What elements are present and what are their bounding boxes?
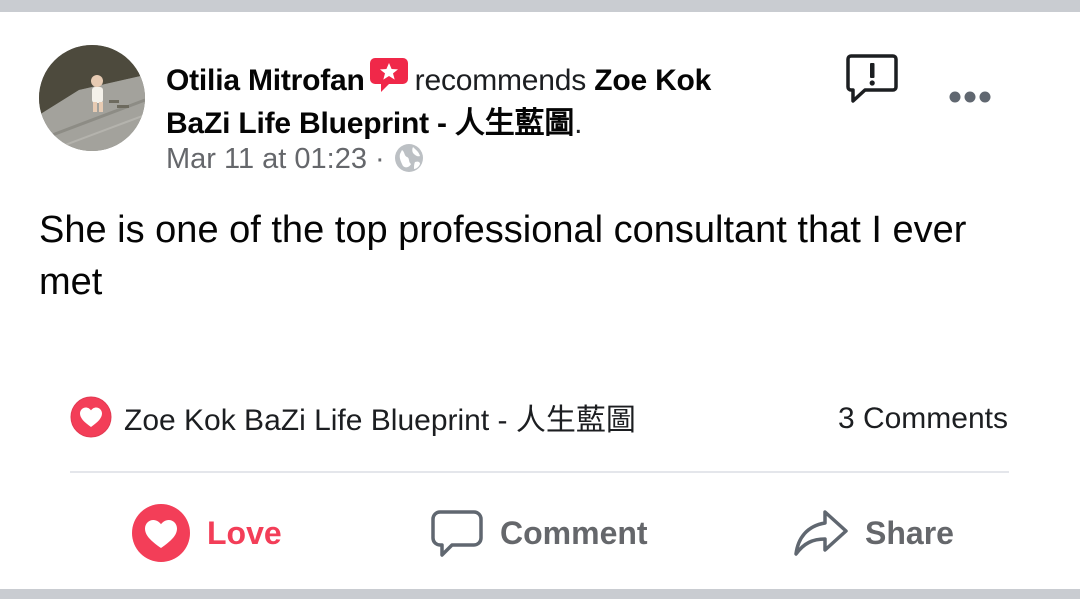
page-name-line1[interactable]: Zoe Kok <box>594 64 711 97</box>
post-meta: Mar 11 at 01:23 · <box>166 142 425 176</box>
page-name-line2[interactable]: BaZi Life Blueprint - 人生藍圖 <box>166 107 574 140</box>
action-text: recommends <box>414 64 587 97</box>
avatar[interactable] <box>39 45 145 151</box>
report-icon <box>846 54 898 103</box>
page-name-suffix: . <box>574 107 583 140</box>
share-button[interactable]: Share <box>793 502 954 564</box>
post-header-line1: Otilia Mitrofan recommends Zoe Kok <box>166 56 711 98</box>
top-frame-bar <box>0 0 1080 12</box>
comment-icon <box>431 510 483 557</box>
love-label: Love <box>207 514 282 551</box>
comment-button[interactable]: Comment <box>430 502 648 564</box>
bottom-frame-bar <box>0 589 1080 599</box>
share-icon <box>794 510 848 556</box>
post-timestamp[interactable]: Mar 11 at 01:23 <box>166 143 367 175</box>
share-label: Share <box>865 514 954 551</box>
reaction-summary-label: Zoe Kok BaZi Life Blueprint - 人生藍圖 <box>124 404 636 437</box>
heart-icon <box>132 504 190 562</box>
divider <box>70 471 1009 473</box>
post-card: Otilia Mitrofan recommends Zoe Kok BaZi L… <box>0 12 1080 589</box>
post-header-line2: BaZi Life Blueprint - 人生藍圖. <box>166 98 582 142</box>
love-reaction-icon <box>70 396 112 438</box>
reaction-summary[interactable]: Zoe Kok BaZi Life Blueprint - 人生藍圖 <box>70 395 636 439</box>
meta-separator: · <box>375 143 385 175</box>
post-body-text: She is one of the top professional consu… <box>39 209 967 303</box>
globe-icon <box>393 142 425 174</box>
comments-count[interactable]: 3 Comments <box>838 402 1008 436</box>
recommend-star-icon <box>369 56 409 94</box>
love-button[interactable]: Love <box>131 502 282 564</box>
report-button[interactable] <box>843 50 901 106</box>
author-name[interactable]: Otilia Mitrofan <box>166 64 365 97</box>
more-options-button[interactable] <box>943 82 993 112</box>
comment-label: Comment <box>500 514 648 551</box>
more-options-icon <box>949 91 991 103</box>
